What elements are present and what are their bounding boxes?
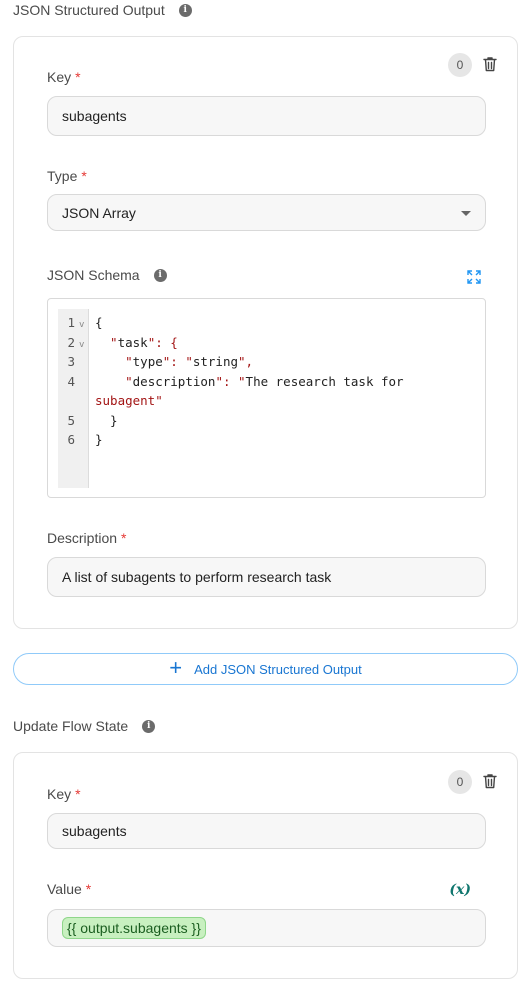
code-line: subagent"	[48, 391, 485, 411]
code-line: 4 "description": "The research task for	[48, 372, 485, 392]
code-line: 6}	[48, 430, 485, 450]
structured-output-card: 0 Key * subagents Type * JSON Array JSON S…	[13, 36, 518, 629]
key-input-value: subagents	[62, 108, 127, 124]
code-lines: 1 v{2 v "task": {3 "type": "string", 4 "des…	[48, 313, 485, 450]
code-text: "task": {	[95, 334, 178, 350]
flow-value-input[interactable]: {{ output.subagents }}	[47, 909, 486, 947]
description-input-value: A list of subagents to perform research …	[62, 569, 332, 585]
add-structured-output-button[interactable]: + Add JSON Structured Output	[13, 653, 518, 685]
code-line: 1 v{	[48, 313, 485, 333]
info-icon[interactable]: i	[153, 268, 167, 282]
type-select-value: JSON Array	[62, 204, 136, 221]
index-badge: 0	[448, 53, 472, 77]
description-label: Description *	[47, 530, 127, 546]
flow-key-input[interactable]: subagents	[47, 813, 486, 849]
type-label: Type *	[47, 168, 87, 184]
code-text: subagent"	[95, 393, 163, 408]
structured-output-title: JSON Structured Output	[13, 2, 165, 18]
code-line: 3 "type": "string",	[48, 352, 485, 372]
trash-icon[interactable]	[481, 772, 499, 790]
add-button-label: Add JSON Structured Output	[194, 661, 362, 677]
flow-state-card: 0 Key * subagents Value * (x) {{ output.su…	[13, 752, 518, 979]
variable-icon[interactable]: (x)	[449, 882, 471, 898]
info-icon[interactable]: i	[142, 719, 156, 733]
key-input[interactable]: subagents	[47, 96, 486, 136]
line-number: 6	[67, 432, 75, 447]
line-number: 5	[67, 412, 75, 428]
key-label: Key *	[47, 786, 81, 802]
type-select[interactable]: JSON Array	[47, 194, 486, 231]
description-input[interactable]: A list of subagents to perform research …	[47, 557, 486, 597]
code-text: "type": "string",	[95, 354, 254, 369]
code-line: 5 }	[48, 411, 485, 431]
line-number: 3	[67, 354, 75, 369]
code-text: {	[95, 315, 103, 330]
info-icon[interactable]: i	[178, 3, 192, 17]
code-line: 2v "task": {	[48, 333, 485, 353]
line-number: 2	[67, 334, 75, 350]
line-number: 4	[67, 373, 75, 389]
variable-chip: {{ output.subagents }}	[62, 917, 206, 939]
chevron-down-icon	[461, 211, 471, 216]
flow-key-input-value: subagents	[62, 823, 127, 839]
flow-state-title: Update Flow State	[13, 718, 129, 734]
json-schema-label: JSON Schema i	[47, 267, 167, 283]
key-label: Key *	[47, 69, 81, 85]
structured-output-section-title: JSON Structured Output i	[13, 2, 192, 18]
expand-icon[interactable]	[467, 270, 481, 284]
line-number: 1	[67, 315, 75, 330]
value-label: Value *	[47, 881, 92, 897]
flow-state-section-title: Update Flow State i	[13, 718, 156, 734]
trash-icon[interactable]	[481, 55, 499, 73]
code-text: }	[95, 432, 103, 447]
code-text: }	[95, 412, 118, 428]
code-text: "description": "The research task for	[95, 373, 404, 389]
json-schema-editor[interactable]: 1 v{2 v "task": {3 "type": "string", 4 "des…	[47, 298, 486, 498]
index-badge: 0	[448, 770, 472, 794]
plus-icon: +	[169, 655, 183, 680]
